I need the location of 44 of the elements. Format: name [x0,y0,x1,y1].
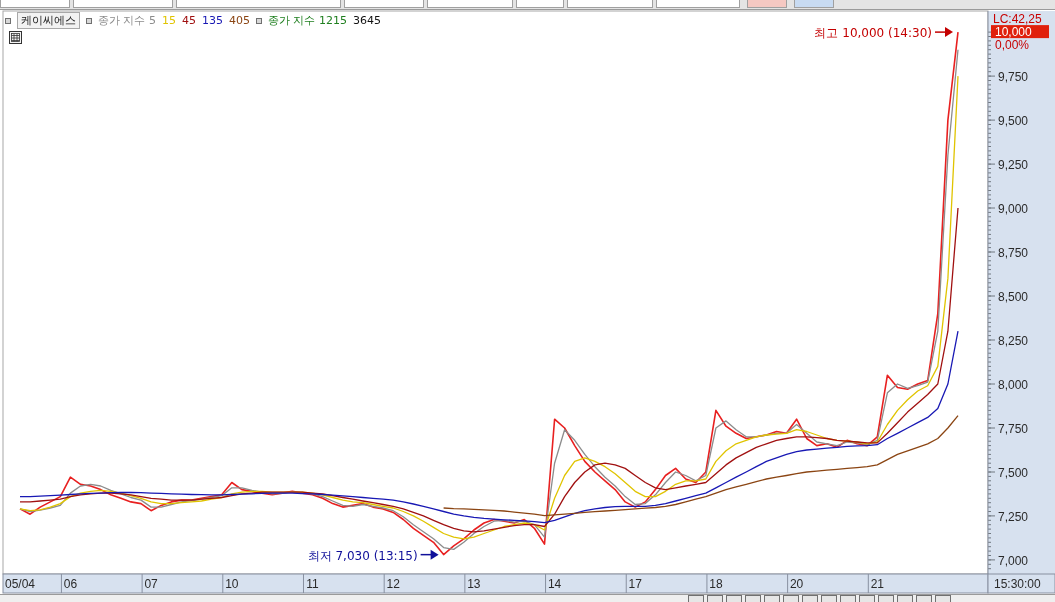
current-price-tag: 10,000 [991,25,1049,40]
y-axis-label: 9,000 [998,202,1029,217]
y-axis-label: 8,000 [998,378,1029,392]
y-axis-label: 9,750 [998,70,1029,85]
time-label: 15:30:00 [994,577,1041,591]
x-axis-label: 20 [789,577,804,591]
x-axis-label: 18 [709,577,723,591]
price-annotation: 최저 7,030 (13:15) [307,548,418,563]
legend-label: 45 [182,13,196,28]
legend-label: 종가 지수 5 [98,13,156,28]
pointer-arrow [934,27,953,38]
x-axis-label: 17 [628,577,642,591]
lc-label: LC:42,25 [993,12,1042,26]
x-axis-label: 05/04 [5,577,35,591]
y-axis-label: 7,250 [998,509,1029,524]
change-percent-label: 0,00% [995,38,1030,53]
x-axis-label: 14 [547,577,562,591]
small-square-icon[interactable] [5,17,11,24]
x-axis-label: 13 [467,577,481,591]
x-axis-label: 21 [870,577,884,591]
y-axis-label: 8,250 [998,334,1029,348]
stock-name-button[interactable]: 케이씨에스 [17,12,80,29]
legend-label: 15 [162,13,176,28]
x-axis-label: 12 [386,577,400,591]
small-square-icon[interactable] [86,17,92,24]
y-axis-label: 9,500 [998,114,1029,129]
y-axis-label: 8,500 [998,290,1029,304]
y-axis-label: 7,500 [998,465,1029,480]
x-axis-label: 11 [306,577,319,591]
x-axis-label: 06 [63,577,78,591]
small-square-icon[interactable] [256,17,262,24]
pointer-arrow [419,549,439,560]
price-annotation: 최고 10,000 (14:30) [814,26,932,41]
y-axis-label: 7,750 [998,421,1029,436]
legend-label: 3645 [353,13,381,28]
y-axis-label: 8,750 [998,246,1029,261]
grid-icon[interactable] [9,31,22,44]
legend-label: 135 [202,13,223,28]
y-axis-label: 9,250 [998,158,1029,173]
y-axis-label: 7,000 [998,553,1029,568]
legend-label: 종가 지수 1215 [268,13,347,28]
x-axis-label: 07 [144,577,158,591]
x-axis-label: 10 [225,577,239,591]
legend-label: 405 [229,13,250,28]
